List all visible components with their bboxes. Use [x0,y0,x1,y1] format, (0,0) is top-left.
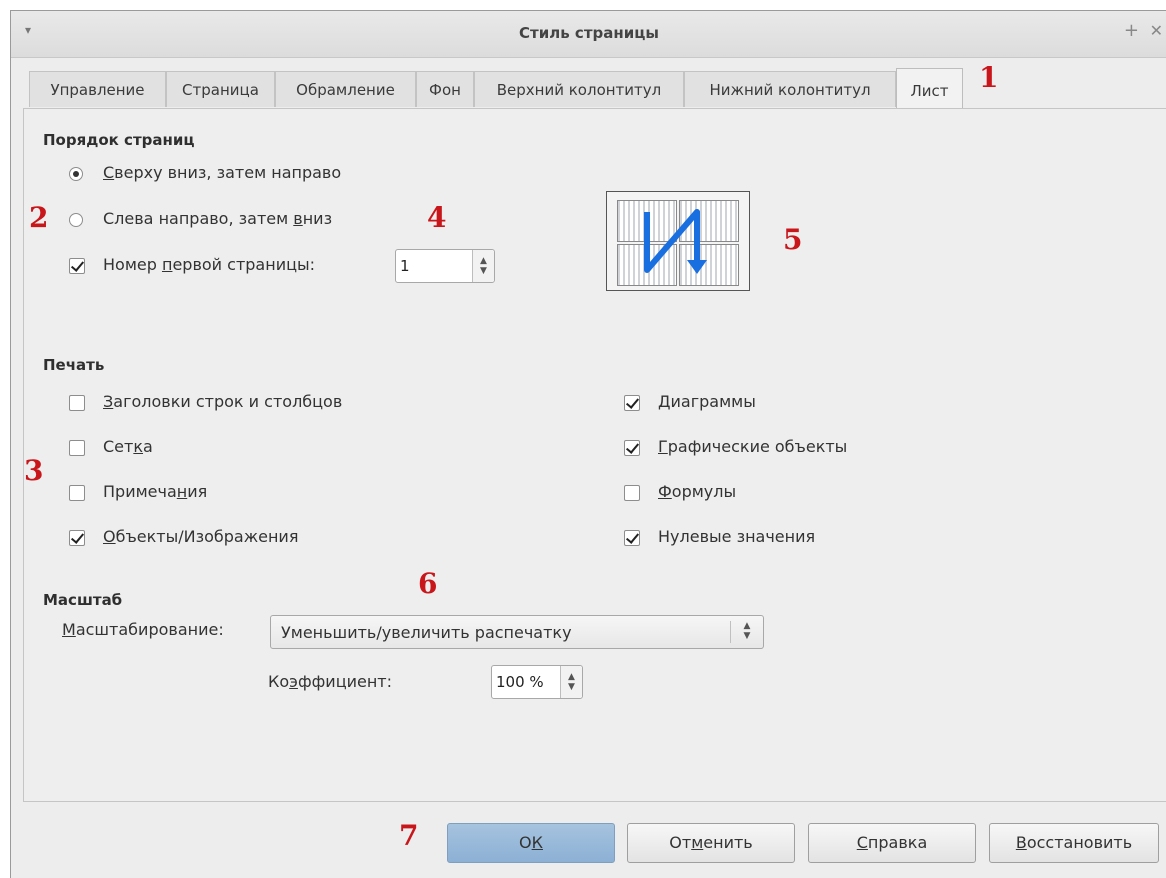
first-page-number-stepper[interactable]: 1 ▲ ▼ [395,249,495,283]
stepper-arrows-icon[interactable]: ▲ ▼ [472,250,494,282]
cancel-button[interactable]: Отменить [627,823,795,863]
scaling-mode-label: Масштабирование: [62,620,224,639]
stepper-arrows-icon[interactable]: ▲ ▼ [560,666,582,698]
scaling-factor-stepper[interactable]: 100 % ▲ ▼ [491,665,583,699]
print-charts-checkbox[interactable] [624,395,640,411]
annotation-5: 5 [783,223,803,256]
print-drawing-objects-checkbox[interactable] [624,440,640,456]
ok-button[interactable]: ОК [447,823,615,863]
print-formulas-label[interactable]: Формулы [658,482,736,501]
tab-sheet[interactable]: Лист [896,68,963,110]
print-charts-label[interactable]: Диаграммы [658,392,756,411]
print-formulas-checkbox[interactable] [624,485,640,501]
first-page-number-label[interactable]: Номер первой страницы: [103,255,315,274]
scale-heading: Масштаб [43,591,123,609]
reset-button[interactable]: Восстановить [989,823,1159,863]
print-comments-label[interactable]: Примечания [103,482,207,501]
title-bar[interactable]: ▾ Стиль страницы + ✕ [11,11,1166,58]
tab-borders[interactable]: Обрамление [275,71,416,107]
scaling-mode-select[interactable]: Уменьшить/увеличить распечатку ▲ ▼ [270,615,764,649]
print-drawing-objects-label[interactable]: Графические объекты [658,437,847,456]
scaling-factor-value[interactable]: 100 % [496,673,544,691]
window-title: Стиль страницы [519,24,659,42]
annotation-4: 4 [427,201,447,234]
tab-footer[interactable]: Нижний колонтитул [684,71,896,107]
annotation-2: 2 [29,201,49,234]
annotation-6: 6 [418,567,438,600]
print-comments-checkbox[interactable] [69,485,85,501]
first-page-number-value[interactable]: 1 [400,257,410,275]
first-page-number-checkbox[interactable] [69,258,85,274]
print-grid-label[interactable]: Сетка [103,437,153,456]
radio-left-to-right-label[interactable]: Слева направо, затем вниз [103,209,332,228]
print-objects-images-checkbox[interactable] [69,530,85,546]
print-objects-images-label[interactable]: Объекты/Изображения [103,527,298,546]
tab-page[interactable]: Страница [166,71,275,107]
sheet-tab-panel: Порядок страниц Сверху вниз, затем напра… [23,108,1166,802]
close-icon[interactable]: ✕ [1150,21,1163,40]
maximize-icon[interactable]: + [1124,20,1139,41]
help-button[interactable]: Справка [808,823,976,863]
print-zero-values-checkbox[interactable] [624,530,640,546]
print-zero-values-label[interactable]: Нулевые значения [658,527,815,546]
print-heading: Печать [43,356,105,374]
page-order-arrow-icon [644,209,707,274]
radio-top-to-bottom[interactable] [69,167,83,181]
annotation-1: 1 [979,61,999,94]
page-order-preview [606,191,750,291]
tab-background[interactable]: Фон [416,71,474,107]
radio-top-to-bottom-label[interactable]: Сверху вниз, затем направо [103,163,341,182]
print-row-col-headers-label[interactable]: Заголовки строк и столбцов [103,392,342,411]
radio-left-to-right[interactable] [69,213,83,227]
scaling-factor-label: Коэффициент: [268,672,392,691]
print-grid-checkbox[interactable] [69,440,85,456]
tab-management[interactable]: Управление [29,71,166,107]
tab-header[interactable]: Верхний колонтитул [474,71,684,107]
annotation-7: 7 [399,819,419,852]
scaling-mode-value[interactable]: Уменьшить/увеличить распечатку [281,623,572,642]
page-order-heading: Порядок страниц [43,131,195,149]
page-style-dialog: ▾ Стиль страницы + ✕ Управление Страница… [10,10,1166,878]
select-arrows-icon[interactable]: ▲ ▼ [730,621,763,643]
annotation-3: 3 [24,454,44,487]
print-row-col-headers-checkbox[interactable] [69,395,85,411]
